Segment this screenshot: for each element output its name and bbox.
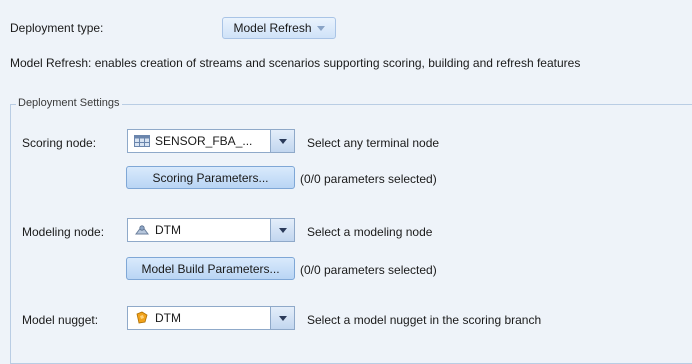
scoring-node-hint: Select any terminal node bbox=[307, 136, 440, 150]
scoring-node-dropdown-button[interactable] bbox=[270, 130, 294, 152]
scoring-parameters-button[interactable]: Scoring Parameters... bbox=[126, 166, 295, 189]
modeling-node-value: DTM bbox=[155, 223, 181, 237]
deployment-description: Model Refresh: enables creation of strea… bbox=[10, 56, 581, 70]
modeling-node-select[interactable]: DTM bbox=[127, 218, 295, 242]
chevron-down-icon bbox=[278, 138, 287, 144]
chevron-down-icon bbox=[316, 25, 325, 31]
modeling-node-dropdown-button[interactable] bbox=[270, 219, 294, 241]
scoring-node-value: SENSOR_FBA_... bbox=[155, 134, 253, 148]
model-nugget-label: Model nugget: bbox=[22, 313, 99, 327]
scoring-node-select[interactable]: SENSOR_FBA_... bbox=[127, 129, 295, 153]
modeling-node-hint: Select a modeling node bbox=[307, 225, 433, 239]
deployment-type-label: Deployment type: bbox=[10, 21, 104, 35]
model-nugget-icon bbox=[136, 311, 148, 324]
deployment-type-dropdown[interactable]: Model Refresh bbox=[222, 17, 336, 39]
model-nugget-hint: Select a model nugget in the scoring bra… bbox=[307, 313, 542, 327]
model-nugget-value: DTM bbox=[155, 311, 181, 325]
chevron-down-icon bbox=[278, 227, 287, 233]
scoring-node-label: Scoring node: bbox=[22, 136, 97, 150]
deployment-settings-legend: Deployment Settings bbox=[16, 97, 122, 109]
model-nugget-dropdown-button[interactable] bbox=[270, 307, 294, 329]
modeling-node-icon bbox=[135, 225, 149, 235]
model-build-parameters-button[interactable]: Model Build Parameters... bbox=[126, 257, 295, 280]
deployment-type-value: Model Refresh bbox=[233, 21, 312, 35]
chevron-down-icon bbox=[278, 315, 287, 321]
model-nugget-select[interactable]: DTM bbox=[127, 306, 295, 330]
scoring-parameters-status: (0/0 parameters selected) bbox=[300, 172, 437, 186]
modeling-node-label: Modeling node: bbox=[22, 225, 105, 239]
table-node-icon bbox=[134, 135, 150, 147]
model-build-parameters-status: (0/0 parameters selected) bbox=[300, 263, 437, 277]
